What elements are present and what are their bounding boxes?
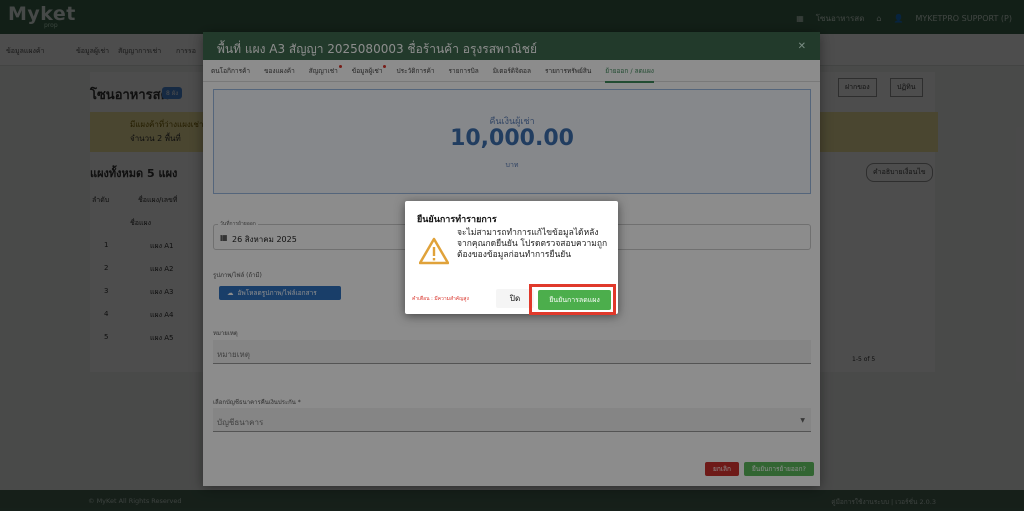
warning-icon — [419, 237, 449, 265]
dialog-title: ยืนยันการทำรายการ — [417, 215, 497, 225]
dialog-message: จะไม่สามารถทำการแก้ไขข้อมูลได้หลังจากคุณ… — [457, 228, 608, 260]
highlight-box — [529, 284, 616, 315]
dialog-warning-note: คำเตือน : มีความสำคัญสูง — [412, 296, 469, 302]
